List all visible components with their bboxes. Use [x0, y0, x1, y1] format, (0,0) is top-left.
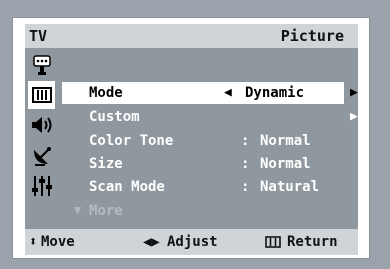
- down-arrow-icon: ▼: [74, 203, 82, 217]
- arrow-left-icon[interactable]: ◀: [224, 85, 232, 100]
- picture-icon[interactable]: [28, 81, 55, 109]
- menu-item-size[interactable]: Size : Normal: [62, 153, 344, 175]
- footer-help-bar: ⬍ Move ◀▶ Adjust Return: [25, 229, 358, 255]
- tv-label: TV: [29, 27, 48, 45]
- up-down-icon: ⬍: [29, 234, 38, 250]
- menu-item-value: Dynamic: [245, 85, 305, 101]
- menu-item-color-tone[interactable]: Color Tone : Normal: [62, 130, 344, 152]
- menu-item-label: Size: [89, 156, 123, 172]
- menu-item-value: Normal: [260, 133, 311, 149]
- menu-item-more: ▼ More: [62, 200, 344, 222]
- page-title: Picture: [280, 27, 344, 45]
- menu-item-value: Normal: [260, 156, 311, 172]
- arrow-right-icon[interactable]: ▶: [350, 85, 358, 100]
- separator: :: [241, 156, 250, 172]
- footer-adjust: Adjust: [167, 234, 218, 250]
- footer-move: Move: [41, 234, 75, 250]
- menu-icon: [265, 236, 281, 252]
- menu-item-label: More: [89, 203, 123, 219]
- left-right-icon: ◀▶: [143, 234, 160, 250]
- osd-window: TV Picture Mode ◀ Dynamic ▶ Custom ▶ Col…: [12, 17, 370, 259]
- menu-item-label: Mode: [89, 85, 123, 101]
- menu-item-label: Color Tone: [89, 133, 174, 149]
- menu-item-value: Natural: [260, 179, 320, 195]
- menu-item-label: Scan Mode: [89, 179, 165, 195]
- sound-icon[interactable]: [28, 111, 55, 139]
- menu-panel: Mode ◀ Dynamic ▶ Custom ▶ Color Tone : N…: [58, 48, 358, 229]
- setup-icon[interactable]: [28, 172, 55, 200]
- title-bar: TV Picture: [25, 24, 358, 48]
- input-icon[interactable]: [28, 52, 55, 80]
- footer-return: Return: [287, 234, 338, 250]
- menu-item-scan-mode[interactable]: Scan Mode : Natural: [62, 176, 344, 198]
- separator: :: [241, 179, 250, 195]
- menu-item-custom[interactable]: Custom ▶: [62, 106, 358, 128]
- separator: :: [241, 133, 250, 149]
- sidebar: [25, 48, 58, 229]
- channel-icon[interactable]: [28, 142, 55, 170]
- menu-item-mode[interactable]: Mode ◀ Dynamic ▶: [62, 82, 358, 104]
- menu-item-label: Custom: [89, 109, 140, 125]
- submenu-arrow-icon: ▶: [350, 109, 358, 124]
